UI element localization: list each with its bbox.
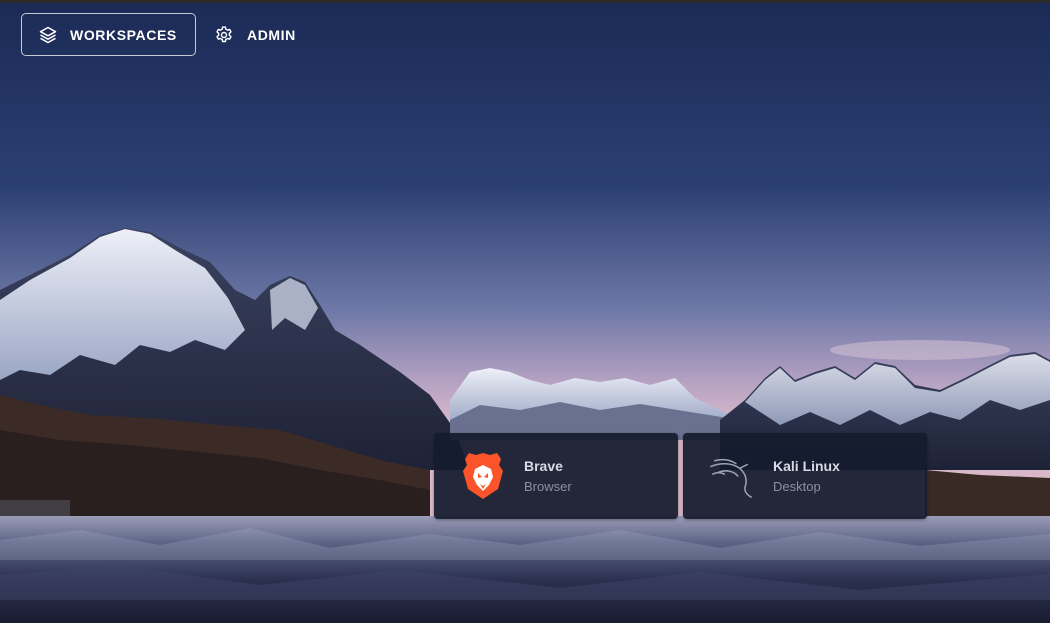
workspace-card-kali-linux[interactable]: Kali Linux Desktop xyxy=(683,433,927,519)
gear-icon xyxy=(213,24,235,46)
workspace-list: Brave Browser Kali Linux Desktop xyxy=(434,433,927,519)
top-edge-bar xyxy=(0,0,1050,3)
workspace-card-text: Brave Browser xyxy=(524,458,572,494)
workspace-subtitle: Browser xyxy=(524,479,572,494)
workspace-title: Kali Linux xyxy=(773,458,840,474)
workspaces-nav-button[interactable]: WORKSPACES xyxy=(21,13,196,56)
brave-lion-icon xyxy=(460,451,506,501)
admin-nav-label: ADMIN xyxy=(247,26,296,43)
admin-nav-button[interactable]: ADMIN xyxy=(202,13,317,56)
kali-dragon-icon xyxy=(709,451,755,501)
mountain-lake-wallpaper xyxy=(0,0,1050,623)
workspace-card-brave[interactable]: Brave Browser xyxy=(434,433,678,519)
workspace-card-text: Kali Linux Desktop xyxy=(773,458,840,494)
workspace-title: Brave xyxy=(524,458,563,474)
top-nav: WORKSPACES ADMIN xyxy=(21,13,317,56)
layers-icon xyxy=(38,24,58,46)
workspaces-nav-label: WORKSPACES xyxy=(70,26,177,43)
workspace-launcher-screen: WORKSPACES ADMIN Brave Browser Kali Linu… xyxy=(0,0,1050,623)
workspace-subtitle: Desktop xyxy=(773,479,821,494)
